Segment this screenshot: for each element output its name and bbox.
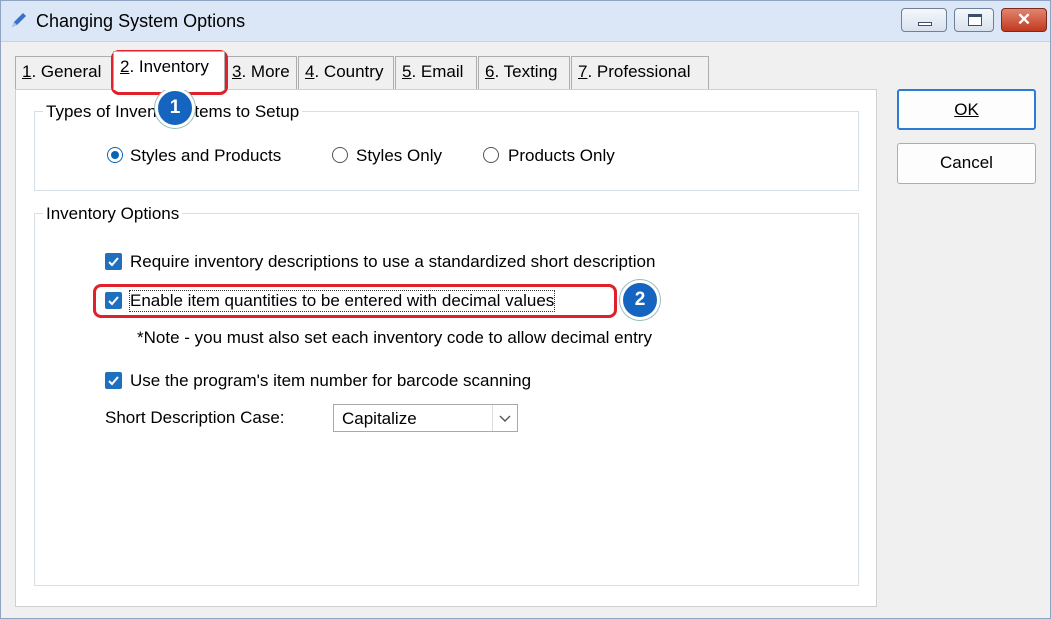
cancel-button[interactable]: Cancel bbox=[897, 143, 1036, 184]
tab-general-label: . General bbox=[31, 62, 102, 81]
styles-and-products-radio[interactable] bbox=[107, 147, 123, 163]
window-title: Changing System Options bbox=[36, 11, 246, 31]
close-button[interactable]: ✕ bbox=[1001, 8, 1047, 32]
short-description-case-label: Short Description Case: bbox=[105, 408, 285, 427]
tab-inventory-label: . Inventory bbox=[129, 57, 209, 76]
decimal-option-highlight bbox=[93, 284, 617, 318]
styles-and-products-label: Styles and Products bbox=[130, 146, 282, 165]
require-description-checkbox[interactable] bbox=[105, 253, 122, 270]
cancel-button-label: Cancel bbox=[940, 153, 993, 172]
title-bar: Changing System Options ✕ bbox=[1, 1, 1050, 42]
chevron-down-icon bbox=[499, 415, 511, 422]
styles-only-radio[interactable] bbox=[332, 147, 348, 163]
tab-country-label: . Country bbox=[314, 62, 384, 81]
dropdown-button[interactable] bbox=[492, 405, 517, 431]
checkmark-icon bbox=[108, 376, 119, 386]
tab-more-label: . More bbox=[241, 62, 290, 81]
maximize-button[interactable] bbox=[954, 8, 994, 32]
ok-button-label: OK bbox=[954, 100, 979, 119]
barcode-scanning-label: Use the program's item number for barcod… bbox=[130, 371, 532, 390]
styles-only-label: Styles Only bbox=[356, 146, 442, 165]
callout-badge-2: 2 bbox=[620, 280, 660, 320]
short-description-case-value: Capitalize bbox=[342, 409, 417, 428]
pencil-icon bbox=[12, 13, 26, 27]
decimal-note: *Note - you must also set each inventory… bbox=[137, 328, 652, 347]
checkmark-icon bbox=[108, 257, 119, 267]
tab-inventory[interactable]: 2. Inventory bbox=[113, 51, 225, 90]
minimize-button[interactable] bbox=[901, 8, 947, 32]
tab-professional-label: . Professional bbox=[587, 62, 691, 81]
tab-general[interactable]: 1. General bbox=[15, 56, 113, 89]
tab-email-label: . Email bbox=[411, 62, 464, 81]
minimize-icon bbox=[918, 22, 932, 26]
short-description-case-select[interactable]: Capitalize bbox=[333, 404, 518, 432]
products-only-radio[interactable] bbox=[483, 147, 499, 163]
maximize-icon bbox=[968, 14, 982, 26]
tab-texting-label: . Texting bbox=[494, 62, 558, 81]
tab-email[interactable]: 5. Email bbox=[395, 56, 477, 89]
system-options-dialog: Changing System Options ✕ 1. General 2. … bbox=[0, 0, 1051, 619]
tab-texting[interactable]: 6. Texting bbox=[478, 56, 570, 89]
inventory-options-legend: Inventory Options bbox=[43, 204, 183, 224]
tab-more[interactable]: 3. More bbox=[225, 56, 297, 89]
barcode-scanning-checkbox[interactable] bbox=[105, 372, 122, 389]
callout-badge-1: 1 bbox=[155, 88, 195, 128]
close-icon: ✕ bbox=[1016, 10, 1032, 29]
tab-professional[interactable]: 7. Professional bbox=[571, 56, 709, 89]
tab-country[interactable]: 4. Country bbox=[298, 56, 394, 89]
ok-button[interactable]: OK bbox=[897, 89, 1036, 130]
require-description-label: Require inventory descriptions to use a … bbox=[130, 252, 656, 271]
products-only-label: Products Only bbox=[508, 146, 615, 165]
